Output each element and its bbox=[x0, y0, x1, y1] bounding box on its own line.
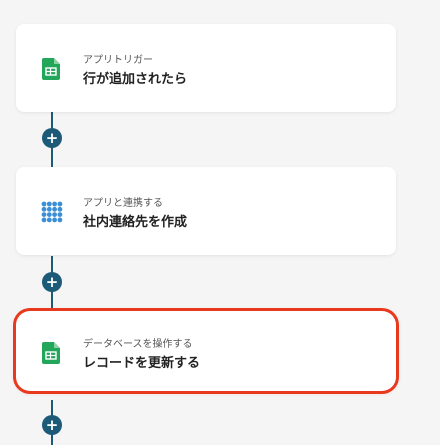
flow-step-database[interactable]: データベースを操作する レコードを更新する bbox=[16, 311, 396, 391]
add-step-button[interactable]: + bbox=[42, 128, 62, 148]
step-kind-label: アプリと連携する bbox=[83, 198, 163, 209]
google-sheets-icon bbox=[42, 342, 60, 368]
step-title: 社内連絡先を作成 bbox=[83, 215, 188, 230]
flow-step-trigger[interactable]: アプリトリガー 行が追加されたら bbox=[16, 24, 396, 112]
step-kind-label: データベースを操作する bbox=[83, 339, 193, 350]
step-kind-label: アプリトリガー bbox=[83, 55, 153, 66]
add-step-button[interactable]: + bbox=[42, 415, 62, 435]
step-title: レコードを更新する bbox=[83, 356, 201, 371]
step-title: 行が追加されたら bbox=[83, 72, 188, 87]
flow-canvas: + + + アプリトリガー 行が追加されたら アプリと連携する 社内連絡先を作成… bbox=[0, 0, 440, 445]
add-step-button[interactable]: + bbox=[42, 272, 62, 292]
dot-grid-app-icon bbox=[41, 201, 63, 227]
flow-step-app-action[interactable]: アプリと連携する 社内連絡先を作成 bbox=[16, 167, 396, 255]
google-sheets-icon bbox=[42, 58, 60, 84]
